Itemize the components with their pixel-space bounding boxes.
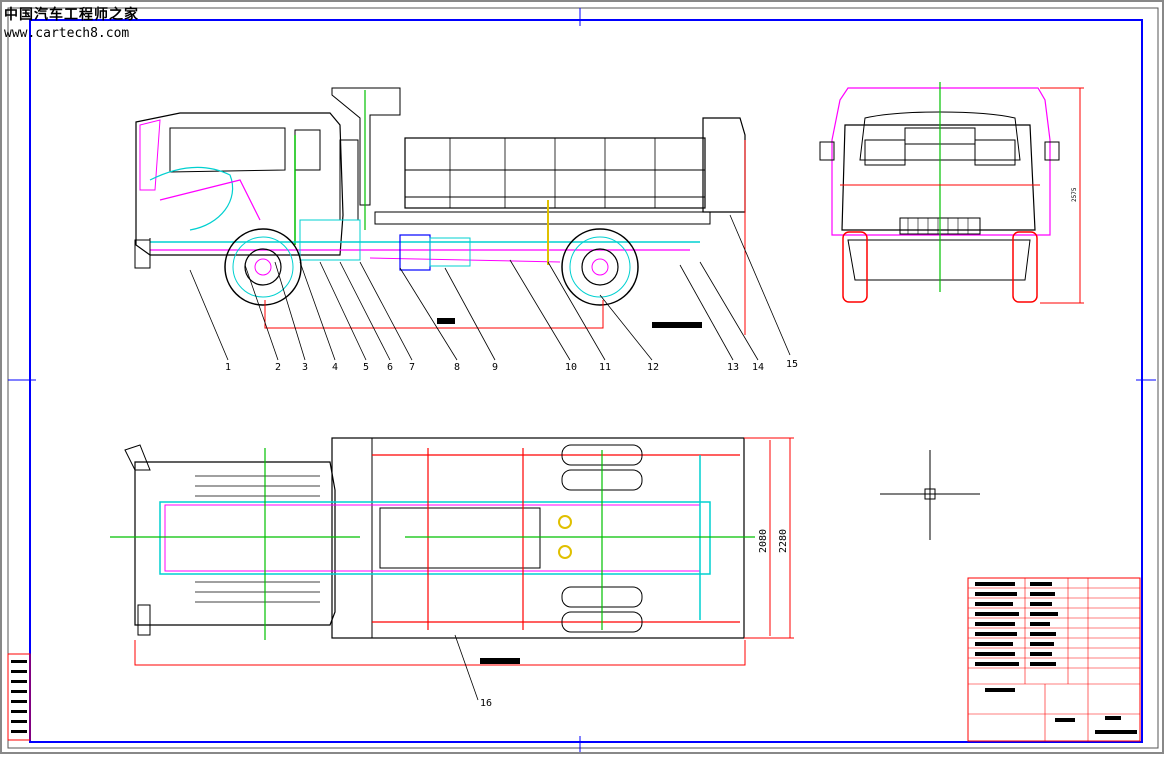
part-label-9: 9 <box>492 362 498 373</box>
front-right-tire <box>1012 231 1038 303</box>
title-block <box>967 577 1141 742</box>
right-mirror <box>1044 141 1060 161</box>
part-label-5: 5 <box>363 362 369 373</box>
part-label-11: 11 <box>599 362 611 373</box>
scale-bar-2 <box>652 322 702 328</box>
plan-cab-lines <box>195 475 320 603</box>
part-label-6: 6 <box>387 362 393 373</box>
plan-dimension-lines <box>134 437 794 666</box>
cab-interior-cyan <box>149 166 234 231</box>
front-view: 2575 <box>819 82 1084 304</box>
cab-outline <box>135 112 344 256</box>
watermark: 中国汽车工程师之家 www.cartech8.com <box>4 4 139 41</box>
dimension-2280: 2280 <box>778 529 789 553</box>
rear-wheel <box>561 228 639 306</box>
part-label-13: 13 <box>727 362 739 373</box>
part-label-15: 15 <box>786 359 798 370</box>
frame-center-marks <box>8 8 1156 752</box>
engine-block <box>299 219 361 261</box>
part-label-3: 3 <box>302 362 308 373</box>
part-labels: 1 2 3 4 5 6 7 8 9 10 11 12 13 14 15 16 <box>225 359 798 709</box>
watermark-url: www.cartech8.com <box>4 26 130 41</box>
front-left-tire <box>842 231 868 303</box>
part-label-10: 10 <box>565 362 577 373</box>
cab-window <box>169 127 286 173</box>
front-wheel <box>224 228 302 306</box>
diff-b <box>558 545 572 559</box>
dimension-2080: 2080 <box>758 529 769 553</box>
plan-mirror-right <box>137 604 151 636</box>
plan-frame-rails <box>159 501 711 575</box>
tailgate <box>702 117 746 213</box>
part-label-4: 4 <box>332 362 338 373</box>
sheet-border <box>7 7 1159 749</box>
height-dimension-text: 2575 <box>1071 187 1078 202</box>
plan-mirror-left <box>124 444 151 471</box>
diff-a <box>558 515 572 529</box>
cab-rear-window <box>294 129 321 171</box>
part-label-7: 7 <box>409 362 415 373</box>
part-label-12: 12 <box>647 362 659 373</box>
part-label-8: 8 <box>454 362 460 373</box>
front-cab <box>841 124 1036 231</box>
part-label-2: 2 <box>275 362 281 373</box>
plan-view: 2080 2280 <box>110 437 794 701</box>
scale-bar-1 <box>437 318 455 324</box>
gearbox <box>399 234 431 271</box>
plan-crossmembers <box>372 448 740 630</box>
side-view <box>134 87 791 361</box>
part-label-1: 1 <box>225 362 231 373</box>
leader-lines <box>189 214 791 361</box>
part-label-14: 14 <box>752 362 764 373</box>
revision-block <box>7 653 31 741</box>
watermark-title: 中国汽车工程师之家 <box>4 7 139 23</box>
grille-bars <box>907 218 969 234</box>
leader-16 <box>454 634 479 701</box>
front-bumper-view <box>847 239 1031 281</box>
scale-bar-3 <box>480 658 520 664</box>
seat-magenta <box>159 179 261 221</box>
subframe <box>374 211 711 225</box>
part-label-16: 16 <box>480 698 492 709</box>
crosshair-cursor <box>880 450 980 540</box>
cad-drawing-canvas[interactable]: 1 2 3 4 5 6 7 8 9 10 11 12 13 14 15 16 2… <box>0 0 1164 768</box>
plan-body <box>331 437 745 639</box>
